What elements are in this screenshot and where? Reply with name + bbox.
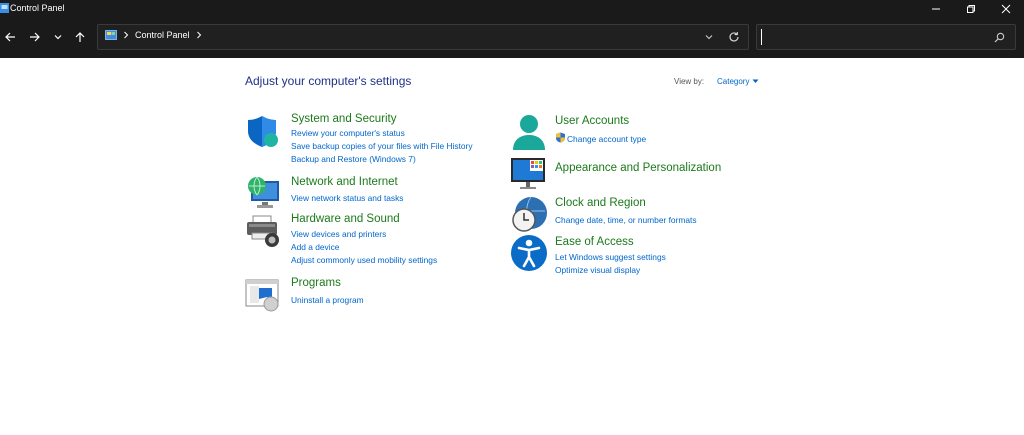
page-title: Adjust your computer's settings [245,74,412,88]
network-globe-icon[interactable] [245,176,281,212]
category-system-and-security: System and Security Review your computer… [245,113,495,165]
uac-shield-icon [556,132,565,143]
category-title[interactable]: System and Security [291,113,396,125]
view-by-value: Category [717,77,750,86]
arrow-right-icon [30,32,40,42]
search-icon[interactable] [994,32,1005,43]
arrow-up-icon [75,32,85,42]
search-input[interactable] [761,29,981,45]
window-title: Control Panel [10,3,65,13]
back-button[interactable] [0,27,20,47]
breadcrumb-item-control-panel[interactable]: Control Panel [135,30,190,40]
programs-icon[interactable] [245,277,281,313]
search-box[interactable] [756,24,1016,50]
category-network-and-internet: Network and Internet View network status… [245,176,495,208]
category-title[interactable]: Network and Internet [291,176,398,188]
category-title[interactable]: Hardware and Sound [291,213,400,225]
refresh-icon[interactable] [728,31,740,43]
category-title[interactable]: Clock and Region [555,197,646,209]
address-bar[interactable]: Control Panel [97,24,749,50]
caret-down-icon [752,79,759,83]
monitor-personalization-icon[interactable] [510,155,546,191]
recent-locations-button[interactable] [48,27,68,47]
category-appearance-and-personalization: Appearance and Personalization [510,155,760,189]
chevron-right-icon [124,31,129,39]
shield-icon[interactable] [245,113,281,149]
link-date-time-formats[interactable]: Change date, time, or number formats [555,215,697,225]
link-network-status[interactable]: View network status and tasks [291,193,404,203]
arrow-left-icon [5,32,15,42]
clock-globe-icon[interactable] [510,195,548,233]
navigation-bar: Control Panel [0,17,1024,58]
category-programs: Programs Uninstall a program [245,277,495,313]
category-user-accounts: User Accounts Change account type [510,113,760,153]
control-panel-app-icon [0,3,9,13]
link-file-history[interactable]: Save backup copies of your files with Fi… [291,141,473,151]
restore-button[interactable] [955,0,987,17]
link-mobility-settings[interactable]: Adjust commonly used mobility settings [291,255,437,265]
link-add-device[interactable]: Add a device [291,242,339,252]
chevron-down-icon [54,35,62,40]
control-panel-content: Adjust your computer's settings View by:… [0,58,1024,435]
minimize-icon [932,8,940,9]
forward-button[interactable] [25,27,45,47]
title-bar: Control Panel [0,0,1024,17]
view-by-label: View by: [674,77,705,86]
link-change-account-type[interactable]: Change account type [567,134,646,144]
category-title[interactable]: Programs [291,277,341,289]
address-dropdown-icon[interactable] [704,32,714,42]
link-review-status[interactable]: Review your computer's status [291,128,405,138]
category-clock-and-region: Clock and Region Change date, time, or n… [510,195,760,233]
link-backup-restore[interactable]: Backup and Restore (Windows 7) [291,154,416,164]
view-by-dropdown[interactable]: Category [717,77,759,86]
user-accounts-icon[interactable] [510,113,548,151]
breadcrumb: Control Panel [105,30,202,40]
link-windows-suggest-settings[interactable]: Let Windows suggest settings [555,252,666,262]
minimize-button[interactable] [920,0,952,17]
link-optimize-visual-display[interactable]: Optimize visual display [555,265,640,275]
chevron-right-icon[interactable] [196,31,202,39]
control-panel-icon [105,30,117,40]
category-title[interactable]: Ease of Access [555,236,634,248]
category-hardware-and-sound: Hardware and Sound View devices and prin… [245,213,495,265]
link-devices-printers[interactable]: View devices and printers [291,229,386,239]
printer-icon[interactable] [245,213,281,249]
restore-icon [967,4,975,13]
category-title[interactable]: Appearance and Personalization [555,162,721,174]
up-button[interactable] [70,27,90,47]
link-uninstall-program[interactable]: Uninstall a program [291,295,364,305]
close-icon [1001,4,1011,13]
category-ease-of-access: Ease of Access Let Windows suggest setti… [510,234,760,275]
category-title[interactable]: User Accounts [555,115,629,127]
close-button[interactable] [990,0,1022,17]
accessibility-icon[interactable] [510,234,548,272]
